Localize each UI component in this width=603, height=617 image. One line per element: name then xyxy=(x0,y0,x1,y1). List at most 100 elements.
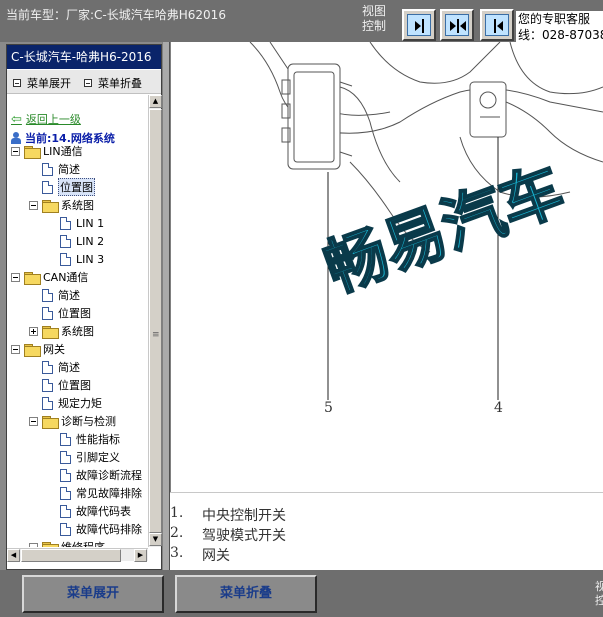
bottom-bar: 菜单展开 菜单折叠 xyxy=(0,570,603,617)
expand-right-button[interactable] xyxy=(402,9,436,41)
document-icon xyxy=(42,396,53,410)
tree-node-label: 性能指标 xyxy=(76,433,120,446)
folder-icon xyxy=(42,325,59,339)
menu-collapse-link[interactable]: 菜单折叠 xyxy=(84,75,142,91)
expand-plus-icon[interactable] xyxy=(29,326,38,336)
tree-node[interactable]: 故障代码排除 xyxy=(47,520,142,538)
back-arrow-icon: ⇦ xyxy=(11,111,22,127)
collapse-left-button[interactable] xyxy=(480,9,514,41)
document-icon xyxy=(42,378,53,392)
tree-node-label: LIN 3 xyxy=(76,252,105,266)
location-diagram: 畅易汽车 xyxy=(170,42,603,492)
tree-node-label: 故障代码表 xyxy=(76,505,131,518)
tree-node-label: 位置图 xyxy=(58,379,91,392)
legend: 1. 中央控制开关 2. 驾驶模式开关 3. 网关 xyxy=(170,492,603,564)
vehicle-info: 当前车型：厂家:C-长城汽车哈弗H62016 xyxy=(6,8,226,22)
hscroll-thumb[interactable] xyxy=(21,549,121,562)
collapse-minus-icon[interactable] xyxy=(29,542,38,547)
tree-node-label: 故障诊断流程 xyxy=(76,469,142,482)
tree-node[interactable]: 维修程序 xyxy=(29,538,105,547)
menu-expand-link[interactable]: 菜单展开 xyxy=(13,75,71,91)
collapse-icon xyxy=(84,79,92,87)
panel-splitter[interactable] xyxy=(162,42,170,570)
collapse-minus-icon[interactable] xyxy=(11,344,20,354)
tree-node-label: 诊断与检测 xyxy=(61,415,116,428)
scroll-up-icon[interactable]: ▲ xyxy=(149,95,162,108)
expand-icon xyxy=(13,79,21,87)
tree-node-label: 位置图 xyxy=(58,307,91,320)
tree-node[interactable]: 系统图 xyxy=(29,196,94,214)
tree-node[interactable]: LIN通信 xyxy=(11,142,83,160)
folder-icon xyxy=(42,541,59,547)
folder-icon xyxy=(24,343,41,357)
tree-node-label: 位置图 xyxy=(58,178,95,196)
document-icon xyxy=(42,180,53,194)
legend-row: 2. 驾驶模式开关 xyxy=(170,525,286,544)
document-icon xyxy=(60,450,71,464)
scroll-right-icon[interactable]: ▶ xyxy=(134,549,147,562)
tree-node[interactable]: 简述 xyxy=(29,160,80,178)
tree-node[interactable]: 网关 xyxy=(11,340,65,358)
scroll-left-icon[interactable]: ◀ xyxy=(7,549,20,562)
menu-collapse-button[interactable]: 菜单折叠 xyxy=(175,575,317,613)
tree-node[interactable]: 规定力矩 xyxy=(29,394,102,412)
tree-node[interactable]: 故障诊断流程 xyxy=(47,466,142,484)
legend-row: 1. 中央控制开关 xyxy=(170,505,286,524)
tree-node-label: 系统图 xyxy=(61,199,94,212)
collapse-minus-icon[interactable] xyxy=(11,146,20,156)
document-icon xyxy=(60,432,71,446)
tree-node-label: CAN通信 xyxy=(43,271,89,284)
split-view-button[interactable] xyxy=(440,9,474,41)
tree-node[interactable]: 简述 xyxy=(29,286,80,304)
document-icon xyxy=(60,234,71,248)
tree-node-label: 简述 xyxy=(58,289,80,302)
view-control-label: 视图 控制 xyxy=(362,4,387,33)
tree-node[interactable]: LIN 2 xyxy=(47,232,104,250)
tree-node-label: 常见故障排除 xyxy=(76,487,142,500)
tree-node-label: 简述 xyxy=(58,163,80,176)
scroll-down-icon[interactable]: ▼ xyxy=(149,533,162,546)
document-icon xyxy=(42,288,53,302)
document-icon xyxy=(60,252,71,266)
tree-node[interactable]: 引脚定义 xyxy=(47,448,120,466)
document-icon xyxy=(60,486,71,500)
tree-vertical-scrollbar[interactable]: ▲ ▼ xyxy=(148,95,162,547)
tree-node-label: 规定力矩 xyxy=(58,397,102,410)
tree-node[interactable]: 故障代码表 xyxy=(47,502,131,520)
document-icon xyxy=(42,360,53,374)
legend-row: 3. 网关 xyxy=(170,545,230,564)
document-icon xyxy=(42,162,53,176)
scroll-thumb[interactable] xyxy=(149,109,162,533)
folder-icon xyxy=(42,199,59,213)
tree-node[interactable]: LIN 3 xyxy=(47,250,104,268)
collapse-minus-icon[interactable] xyxy=(11,272,20,282)
tree-node-label: LIN通信 xyxy=(43,145,83,158)
tree-node[interactable]: 位置图 xyxy=(29,178,95,196)
collapse-minus-icon[interactable] xyxy=(29,200,38,210)
back-link[interactable]: ⇦ 返回上一级 xyxy=(11,111,81,127)
menu-expand-button[interactable]: 菜单展开 xyxy=(22,575,164,613)
tree-node[interactable]: 常见故障排除 xyxy=(47,484,142,502)
tree-node[interactable]: 性能指标 xyxy=(47,430,120,448)
view-control-edge: 视 控 xyxy=(595,580,603,607)
tree-horizontal-scrollbar[interactable]: ◀ ▶ xyxy=(7,548,148,562)
vehicle-title: C-长城汽车-哈弗H6-2016 xyxy=(7,45,161,69)
split-view-icon xyxy=(450,19,466,33)
tree-node-label: 维修程序 xyxy=(61,539,105,547)
tree-node[interactable]: 系统图 xyxy=(29,322,94,340)
menu-toggle-bar: 菜单展开 菜单折叠 xyxy=(7,70,161,94)
tree-node[interactable]: 位置图 xyxy=(29,304,91,322)
callout-5: 5 xyxy=(324,400,333,416)
tree-node[interactable]: CAN通信 xyxy=(11,268,88,286)
collapse-minus-icon[interactable] xyxy=(29,416,38,426)
tree-node[interactable]: 诊断与检测 xyxy=(29,412,116,430)
tree-node[interactable]: 位置图 xyxy=(29,376,91,394)
tree-node-label: 简述 xyxy=(58,361,80,374)
callout-4: 4 xyxy=(494,400,503,416)
tree-node[interactable]: 简述 xyxy=(29,358,80,376)
tree-node[interactable]: LIN 1 xyxy=(47,214,104,232)
expand-right-icon xyxy=(415,19,424,33)
folder-icon xyxy=(24,271,41,285)
tree-node-label: LIN 2 xyxy=(76,234,105,248)
watermark: 畅易汽车 xyxy=(314,152,574,307)
